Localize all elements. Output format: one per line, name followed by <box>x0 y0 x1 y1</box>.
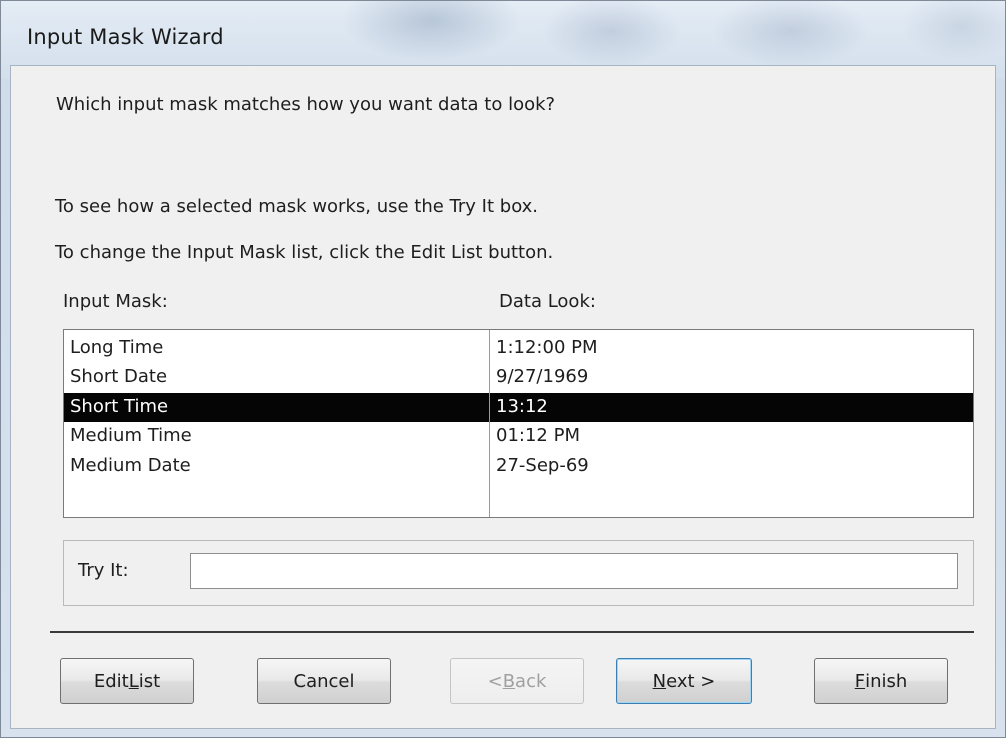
list-item-mask: Medium Date <box>70 455 191 476</box>
finish-button[interactable]: Finish <box>814 658 948 704</box>
input-mask-column-header: Input Mask: <box>63 291 168 312</box>
edit-list-accelerator: L <box>128 670 139 692</box>
list-item-mask: Medium Time <box>70 425 192 446</box>
list-item[interactable]: Medium Time 01:12 PM <box>64 422 973 451</box>
finish-label-post: inish <box>865 670 908 692</box>
next-button[interactable]: Next > <box>616 658 752 704</box>
list-item-data-look: 01:12 PM <box>496 425 580 446</box>
list-item[interactable]: Short Date 9/27/1969 <box>64 363 973 392</box>
edit-list-button[interactable]: Edit List <box>60 658 194 704</box>
column-divider <box>489 330 490 517</box>
list-item[interactable]: Long Time 1:12:00 PM <box>64 334 973 363</box>
wizard-client-area: Which input mask matches how you want da… <box>10 65 996 729</box>
finish-accelerator: F <box>854 670 866 692</box>
edit-list-label-post: ist <box>138 670 161 692</box>
list-item-mask: Short Date <box>70 366 168 387</box>
try-it-hint: To see how a selected mask works, use th… <box>55 196 539 217</box>
back-label-pre: < <box>487 670 503 692</box>
list-item-data-look: 27-Sep-69 <box>496 455 589 476</box>
cancel-button[interactable]: Cancel <box>257 658 391 704</box>
back-label-post: ack <box>515 670 547 692</box>
back-accelerator: B <box>502 670 516 692</box>
edit-list-label-pre: Edit <box>93 670 129 692</box>
next-label-post: ext > <box>666 670 716 692</box>
try-it-input[interactable] <box>190 553 958 589</box>
input-mask-wizard-window: Input Mask Wizard Which input mask match… <box>0 0 1006 738</box>
edit-list-hint: To change the Input Mask list, click the… <box>55 242 554 263</box>
list-item-data-look: 9/27/1969 <box>496 366 589 387</box>
next-accelerator: N <box>652 670 667 692</box>
window-title: Input Mask Wizard <box>27 25 224 49</box>
list-item-mask: Short Time <box>70 396 169 417</box>
list-item[interactable]: Medium Date 27-Sep-69 <box>64 452 973 481</box>
data-look-column-header: Data Look: <box>499 291 596 312</box>
list-item-mask: Long Time <box>70 337 164 358</box>
cancel-label: Cancel <box>293 670 355 692</box>
back-button[interactable]: < Back <box>450 658 584 704</box>
list-item-selected[interactable]: Short Time 13:12 <box>64 393 973 422</box>
input-mask-list[interactable]: Long Time 1:12:00 PM Short Date 9/27/196… <box>63 329 974 518</box>
try-it-group: Try It: <box>63 540 974 606</box>
wizard-question: Which input mask matches how you want da… <box>56 94 556 115</box>
try-it-label: Try It: <box>78 560 129 581</box>
list-item-data-look: 1:12:00 PM <box>496 337 598 358</box>
list-item-data-look: 13:12 <box>496 396 548 417</box>
button-separator <box>50 631 974 633</box>
